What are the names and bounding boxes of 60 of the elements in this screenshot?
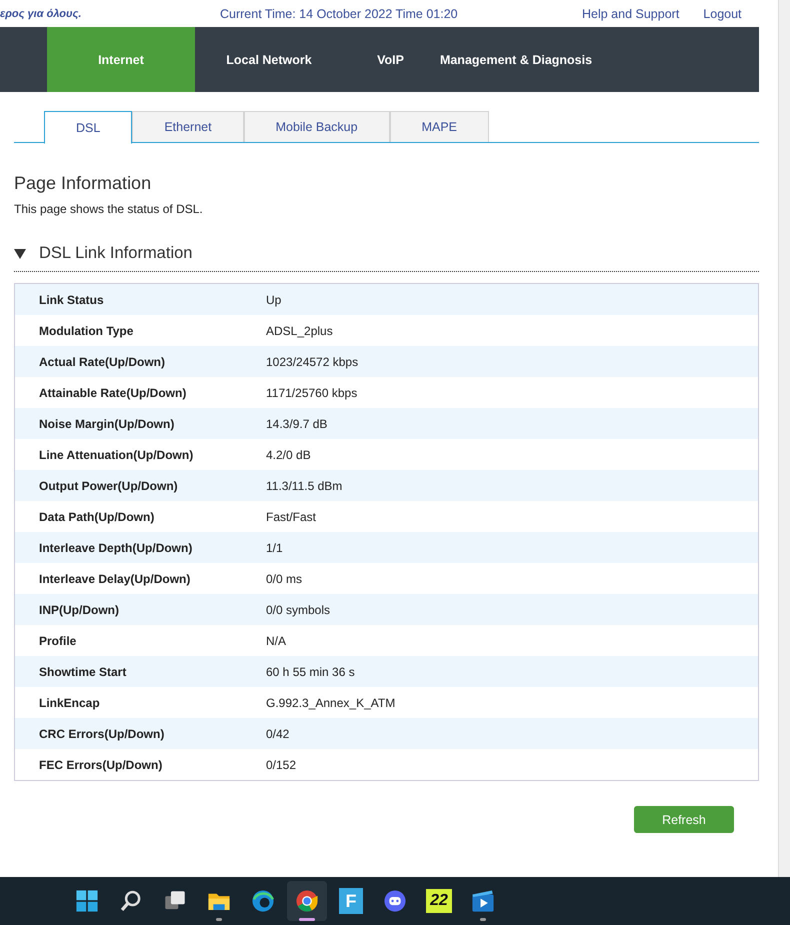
field-label: FEC Errors(Up/Down) [38,758,164,772]
field-label: Output Power(Up/Down) [38,478,179,492]
header-link[interactable]: Logout [703,6,742,20]
field-value: ADSL_2plus [266,324,333,338]
field-value: 14.3/9.7 dB [266,416,328,430]
windows-logo-icon [74,888,100,914]
field-label: Data Path(Up/Down) [38,510,156,524]
running-indicator [299,918,315,921]
field-value: 0/0 ms [266,572,302,586]
section-title: DSL Link Information [39,244,192,263]
field-value: G.992.3_Annex_K_ATM [266,696,396,710]
app-tile: F [339,888,363,914]
slogan-text: ερος για όλους. [0,8,82,20]
tab[interactable]: MAPE [390,111,490,142]
scrollbar[interactable] [778,0,790,877]
current-time: Current Time: 14 October 2022 Time 01:20 [220,6,459,20]
field-value: 1023/24572 kbps [266,354,358,368]
page-title: Page Information [14,173,152,194]
field-value: 0/152 [266,758,296,772]
field-value: 11.3/11.5 dBm [266,478,342,492]
field-label: Interleave Delay(Up/Down) [38,572,192,586]
field-value: 1171/25760 kbps [266,386,358,400]
collapse-triangle-icon[interactable] [14,248,26,258]
field-label: Interleave Depth(Up/Down) [38,540,194,554]
running-indicator [480,918,486,921]
running-indicator [216,918,222,921]
taskbar-button[interactable]: 22 [419,881,459,921]
field-label: Profile [38,634,78,648]
chat-bubble-icon [382,888,408,914]
field-value: 1/1 [266,540,283,554]
tab[interactable]: DSL [44,111,132,144]
field-label: Attainable Rate(Up/Down) [38,386,188,400]
field-label: Showtime Start [38,664,128,678]
app-tile: 22 [426,889,452,913]
field-value: 60 h 55 min 36 s [266,664,355,678]
taskbar-button[interactable] [287,881,327,921]
page-description: This page shows the status of DSL. [14,202,204,216]
nav-item[interactable]: Local Network [195,27,343,92]
circle-logo-icon [294,888,320,914]
field-label: Noise Margin(Up/Down) [38,416,176,430]
field-label: INP(Up/Down) [38,602,120,616]
field-label: CRC Errors(Up/Down) [38,726,166,740]
header-link[interactable]: Help and Support [582,6,680,20]
field-value: 4.2/0 dB [266,448,311,462]
field-label: Link Status [38,292,105,306]
swirl-logo-icon [250,888,276,914]
field-value: N/A [266,634,286,648]
tab[interactable]: Mobile Backup [244,111,390,142]
field-value: 0/42 [266,726,290,740]
field-label: Actual Rate(Up/Down) [38,354,166,368]
field-label: Modulation Type [38,324,134,338]
field-label: LinkEncap [38,696,101,710]
play-icon [470,888,496,914]
field-value: Up [266,292,282,306]
nav-item[interactable]: VoIP [343,27,438,92]
field-label: Line Attenuation(Up/Down) [38,448,194,462]
tab[interactable]: Ethernet [132,111,244,142]
field-value: Fast/Fast [266,510,316,524]
field-value: 0/0 symbols [266,602,330,616]
nav-item[interactable]: Management & Diagnosis [438,27,594,92]
